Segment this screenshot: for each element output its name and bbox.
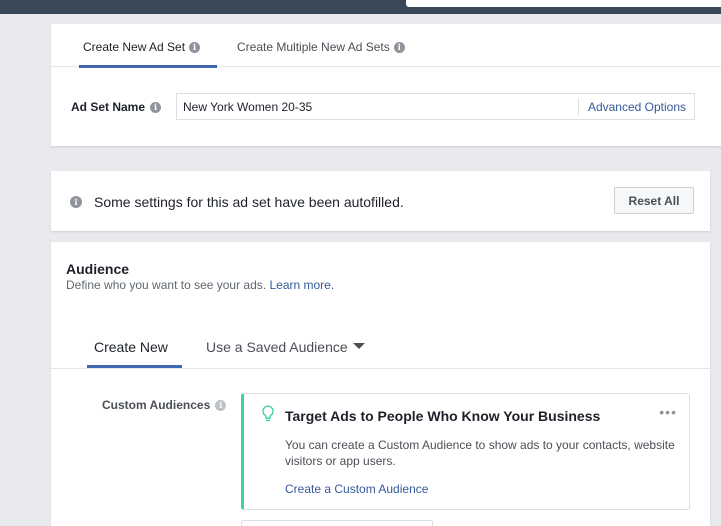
tip-body: You can create a Custom Audience to show… (285, 438, 675, 468)
create-custom-audience-link[interactable]: Create a Custom Audience (285, 482, 428, 496)
reset-all-button[interactable]: Reset All (614, 187, 694, 214)
tab-create-multiple-ad-sets[interactable]: Create Multiple New Ad Sets i (237, 40, 405, 54)
caret-down-icon (352, 342, 365, 349)
ad-set-name-label: Ad Set Name i (71, 100, 162, 114)
autofill-message: i Some settings for this ad set have bee… (70, 194, 404, 210)
tab-label: Create New Ad Set (83, 40, 186, 54)
top-search-field[interactable] (406, 0, 721, 7)
tab-create-new[interactable]: Create New (94, 339, 168, 355)
custom-audience-tip: Target Ads to People Who Know Your Busin… (241, 393, 690, 510)
lightbulb-icon (262, 405, 274, 422)
tab-label: Create Multiple New Ad Sets (237, 40, 390, 54)
active-tab-indicator (87, 365, 182, 368)
autofill-notice: i Some settings for this ad set have bee… (51, 171, 710, 231)
custom-audience-dropdown[interactable] (241, 520, 433, 526)
autofill-message-text: Some settings for this ad set have been … (94, 194, 404, 210)
custom-audiences-label: Custom Audiences i (102, 398, 227, 412)
ad-set-name-field: Advanced Options (176, 93, 695, 120)
active-tab-indicator (79, 65, 217, 68)
info-icon: i (70, 196, 82, 208)
tab-create-new-ad-set[interactable]: Create New Ad Set i (83, 40, 201, 54)
top-navigation-bar (0, 0, 721, 14)
custom-audiences-label-text: Custom Audiences (102, 398, 211, 412)
audience-subtitle: Define who you want to see your ads. Lea… (66, 278, 334, 292)
info-icon[interactable]: i (215, 399, 227, 411)
audience-subtitle-text: Define who you want to see your ads. (66, 278, 267, 292)
audience-tabs: Create New Use a Saved Audience (51, 332, 710, 369)
tab-label: Use a Saved Audience (206, 339, 348, 355)
audience-title: Audience (66, 261, 130, 277)
ad-set-name-input[interactable] (177, 94, 578, 119)
ad-set-tabs: Create New Ad Set i Create Multiple New … (51, 24, 721, 67)
tip-title: Target Ads to People Who Know Your Busin… (285, 408, 601, 424)
audience-card: Audience Define who you want to see your… (51, 242, 710, 526)
ad-set-name-label-text: Ad Set Name (71, 100, 146, 114)
ad-set-card: Create New Ad Set i Create Multiple New … (51, 24, 721, 146)
tab-label: Create New (94, 339, 168, 355)
info-icon[interactable]: i (189, 41, 201, 53)
info-icon[interactable]: i (150, 101, 162, 113)
info-icon[interactable]: i (393, 41, 405, 53)
tab-use-saved-audience[interactable]: Use a Saved Audience (206, 339, 365, 355)
advanced-options-link[interactable]: Advanced Options (577, 98, 694, 115)
more-dots-icon[interactable]: ••• (659, 404, 677, 420)
learn-more-link[interactable]: Learn more. (269, 278, 334, 292)
